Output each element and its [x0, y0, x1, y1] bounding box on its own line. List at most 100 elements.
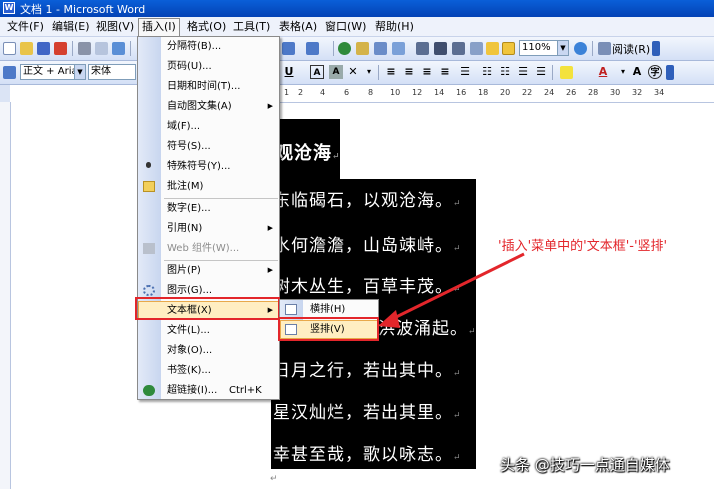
- menu-item-label: 自动图文集(A): [167, 101, 232, 112]
- paragraph-mark: ↵: [453, 369, 462, 379]
- insert-table-icon[interactable]: [374, 42, 387, 55]
- menu-item-page-numbers[interactable]: 页码(U)...: [138, 57, 279, 76]
- menu-item-bookmark[interactable]: 书签(K)...: [138, 361, 279, 380]
- menu-item-comment[interactable]: 批注(M): [138, 177, 279, 196]
- enclosed-character-icon[interactable]: 字: [648, 65, 662, 79]
- poem-line: 幸甚至哉，歌以咏志。↵: [273, 440, 462, 465]
- toolbar-options-icon[interactable]: [666, 65, 674, 80]
- font-size-grow-icon[interactable]: A: [630, 65, 644, 79]
- ruler-number: 30: [610, 88, 621, 97]
- toolbar-separator: [378, 65, 379, 80]
- print-preview-icon[interactable]: [95, 42, 108, 55]
- zoom-value: 110%: [522, 42, 551, 53]
- menu-item-break[interactable]: 分隔符(B)...: [138, 37, 279, 56]
- ruler-number: 32: [632, 88, 643, 97]
- read-icon[interactable]: [598, 42, 611, 55]
- align-left-icon[interactable]: ≡: [384, 65, 398, 79]
- menu-window[interactable]: 窗口(W): [322, 19, 369, 34]
- poem-line: 日月之行，若出其中。↵: [273, 356, 462, 381]
- justify-icon[interactable]: ≡: [438, 65, 452, 79]
- highlighted-tool-icon[interactable]: [502, 42, 515, 55]
- chevron-down-icon[interactable]: ▼: [557, 41, 568, 55]
- character-scaling-icon[interactable]: ✕: [346, 65, 360, 79]
- menu-item-hyperlink[interactable]: 超链接(I)... Ctrl+K: [138, 381, 279, 400]
- tab-selector[interactable]: [0, 85, 10, 102]
- paragraph-mark: ↵: [453, 411, 462, 421]
- font-combo[interactable]: 宋体: [88, 64, 136, 80]
- underline-icon[interactable]: U: [282, 65, 296, 79]
- menu-table[interactable]: 表格(A): [276, 19, 320, 34]
- decrease-indent-icon[interactable]: ☰: [516, 65, 530, 79]
- paragraph-mark: ↵: [453, 453, 462, 463]
- vertical-ruler[interactable]: [0, 102, 11, 489]
- menu-bar: 文件(F) 编辑(E) 视图(V) 插入(I) 格式(O) 工具(T) 表格(A…: [0, 17, 714, 37]
- style-combo[interactable]: 正文 + Aria ▼: [20, 64, 86, 80]
- character-shading-icon[interactable]: A: [329, 65, 343, 79]
- menu-item-label: 超链接(I)...: [167, 385, 218, 396]
- menu-format[interactable]: 格式(O): [184, 19, 229, 34]
- tables-borders-icon[interactable]: [356, 42, 369, 55]
- menu-item-file[interactable]: 文件(L)...: [138, 321, 279, 340]
- numbering-icon[interactable]: ☷: [480, 65, 494, 79]
- document-map-icon[interactable]: [452, 42, 465, 55]
- chevron-down-icon[interactable]: ▼: [74, 65, 85, 79]
- columns-icon[interactable]: [416, 42, 429, 55]
- show-hide-icon[interactable]: [470, 42, 483, 55]
- bullets-icon[interactable]: ☷: [498, 65, 512, 79]
- drawing-icon[interactable]: [434, 42, 447, 55]
- open-folder-icon[interactable]: [20, 42, 33, 55]
- poem-line: 东临碣石，以观沧海。↵: [273, 186, 462, 211]
- chevron-down-icon[interactable]: ▾: [362, 65, 376, 79]
- menu-view[interactable]: 视图(V): [93, 19, 137, 34]
- menu-item-label: 数字(E)...: [167, 203, 211, 214]
- style-value: 正文 + Aria: [23, 66, 78, 77]
- styles-icon[interactable]: [3, 66, 16, 79]
- print-icon[interactable]: [78, 42, 91, 55]
- menu-item-special-symbol[interactable]: 特殊符号(Y)...: [138, 157, 279, 176]
- font-color-icon[interactable]: A: [596, 65, 610, 79]
- new-document-icon[interactable]: [3, 42, 16, 55]
- format-painter-icon[interactable]: [486, 42, 499, 55]
- help-icon[interactable]: [574, 42, 587, 55]
- read-button[interactable]: 阅读(R): [612, 41, 650, 57]
- submenu-arrow-icon: ▶: [267, 266, 273, 274]
- menu-item-reference[interactable]: 引用(N) ▶: [138, 219, 279, 238]
- menu-item-autotext[interactable]: 自动图文集(A) ▶: [138, 97, 279, 116]
- menu-edit[interactable]: 编辑(E): [49, 19, 93, 34]
- align-center-icon[interactable]: ≡: [402, 65, 416, 79]
- insert-excel-icon[interactable]: [392, 42, 405, 55]
- menu-insert[interactable]: 插入(I): [138, 18, 180, 36]
- submenu-arrow-icon: ▶: [267, 224, 273, 232]
- menu-item-label: 书签(K)...: [167, 365, 211, 376]
- chevron-down-icon[interactable]: ▾: [616, 65, 630, 79]
- undo-icon[interactable]: [282, 42, 295, 55]
- menu-item-picture[interactable]: 图片(P) ▶: [138, 261, 279, 280]
- folder-icon: [143, 181, 155, 192]
- redo-icon[interactable]: [306, 42, 319, 55]
- hyperlink-toolbar-icon[interactable]: [338, 42, 351, 55]
- menu-item-number[interactable]: 数字(E)...: [138, 199, 279, 218]
- menu-tools[interactable]: 工具(T): [230, 19, 273, 34]
- highlight-color-icon[interactable]: [560, 66, 573, 79]
- menu-item-symbol[interactable]: 符号(S)...: [138, 137, 279, 156]
- ruler-number: 20: [500, 88, 511, 97]
- line-spacing-icon[interactable]: ☰: [458, 65, 472, 79]
- pin-icon: [146, 162, 151, 168]
- spelling-icon[interactable]: [112, 42, 125, 55]
- window-title: 文档 1 - Microsoft Word: [20, 3, 146, 16]
- annotation-arrow: [378, 252, 525, 328]
- align-right-icon[interactable]: ≡: [420, 65, 434, 79]
- menu-help[interactable]: 帮助(H): [372, 19, 417, 34]
- toolbar-options-icon[interactable]: [652, 41, 660, 56]
- menu-file[interactable]: 文件(F): [4, 19, 47, 34]
- menu-item-field[interactable]: 域(F)...: [138, 117, 279, 136]
- increase-indent-icon[interactable]: ☰: [534, 65, 548, 79]
- menu-item-web-component: Web 组件(W)...: [138, 239, 279, 258]
- permission-icon[interactable]: [54, 42, 67, 55]
- menu-item-object[interactable]: 对象(O)...: [138, 341, 279, 360]
- toolbar-separator: [552, 65, 553, 80]
- zoom-combo[interactable]: 110% ▼: [519, 40, 569, 56]
- save-icon[interactable]: [37, 42, 50, 55]
- character-border-icon[interactable]: A: [310, 65, 324, 79]
- menu-item-date-time[interactable]: 日期和时间(T)...: [138, 77, 279, 96]
